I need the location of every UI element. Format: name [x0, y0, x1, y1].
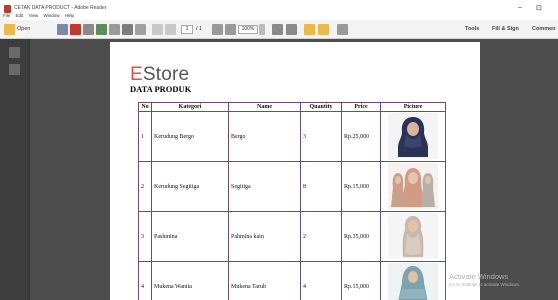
comment-icon[interactable] [304, 24, 315, 35]
page-thumbnails-icon[interactable] [9, 47, 20, 58]
toolbar: Open 1 / 1 100% Tools Fill & Sign Commen [0, 20, 558, 39]
create-pdf-icon[interactable] [57, 24, 68, 35]
hijab-segitiga-photo [388, 162, 438, 209]
open-folder-icon[interactable] [4, 24, 15, 35]
fit-width-icon[interactable] [286, 24, 297, 35]
document-title: DATA PRODUK [130, 84, 192, 94]
title-bar: CETAK DATA PRODUCT - Adobe Reader File E… [0, 0, 558, 20]
menu-window[interactable]: Window [44, 13, 60, 18]
table-row: 4 Mukena Wanita Mukena Tarub 4 Rp.15,000 [138, 261, 446, 300]
minimize-button[interactable]: – [518, 4, 522, 11]
menu-view[interactable]: View [29, 13, 39, 18]
watermark-line-1: Activate Windows [449, 272, 509, 281]
menu-edit[interactable]: Edit [16, 13, 24, 18]
page-number-input[interactable]: 1 [181, 25, 193, 34]
save-icon[interactable] [109, 24, 120, 35]
highlight-icon[interactable] [318, 24, 329, 35]
cell-price: Rp.35,000 [341, 211, 381, 262]
column-picture: Picture [380, 102, 446, 112]
cell-kategori: Mukena Wanita [151, 261, 229, 300]
pashmina-photo [388, 212, 438, 259]
cloud-icon[interactable] [96, 24, 107, 35]
column-no: No [138, 102, 152, 112]
cell-quantity: 2 [300, 211, 342, 262]
table-header-row: No Kategori Name Quantity Price Picture [138, 102, 446, 112]
expand-icon[interactable] [337, 24, 348, 35]
print-icon[interactable] [122, 24, 133, 35]
watermark-line-2: Go to Settings to activate Windows. [449, 282, 521, 287]
cell-price: Rp.15,000 [341, 261, 381, 300]
page-total: / 1 [196, 26, 203, 32]
previous-page-icon[interactable] [152, 24, 163, 35]
cell-price: Rp.25,000 [341, 111, 381, 162]
cell-name: Segitiga [228, 161, 301, 212]
zoom-out-icon[interactable] [212, 24, 223, 35]
cell-kategori: Kerudung Bergo [151, 111, 229, 162]
cell-no: 2 [138, 161, 152, 212]
attachments-icon[interactable] [9, 64, 20, 75]
fill-sign-tab[interactable]: Fill & Sign [492, 26, 519, 32]
column-price: Price [341, 102, 381, 112]
comment-tab[interactable]: Commen [532, 26, 556, 32]
product-table: No Kategori Name Quantity Price Picture … [138, 102, 446, 300]
cell-name: Bergo [228, 111, 301, 162]
cell-quantity: 4 [300, 261, 342, 300]
hijab-bergo-photo [388, 112, 438, 159]
adobe-reader-icon [4, 5, 11, 13]
navigation-pane [0, 39, 30, 300]
mukena-photo [388, 262, 438, 300]
email-icon[interactable] [135, 24, 146, 35]
tools-tab[interactable]: Tools [465, 26, 479, 32]
column-quantity: Quantity [300, 102, 342, 112]
cell-quantity: 8 [300, 161, 342, 212]
table-row: 3 Pashmina Pahmina kain 2 Rp.35,000 [138, 211, 446, 262]
zoom-dropdown-icon[interactable] [259, 24, 265, 35]
activate-windows-watermark: Activate Windows Go to Settings to activ… [449, 272, 520, 287]
table-row: 2 Kerudung Segitiga Segitiga 8 Rp.15,000 [138, 161, 446, 212]
window-title: CETAK DATA PRODUCT - Adobe Reader [14, 5, 107, 11]
table-row: 1 Kerudung Bergo Bergo 3 Rp.25,000 [138, 111, 446, 162]
fit-page-icon[interactable] [272, 24, 283, 35]
store-logo: EStore [130, 64, 190, 85]
edit-icon[interactable] [83, 24, 94, 35]
menu-help[interactable]: Help [65, 13, 74, 18]
menu-file[interactable]: File [3, 13, 10, 18]
cell-name: Mukena Tarub [228, 261, 301, 300]
cell-no: 1 [138, 111, 152, 162]
cell-no: 3 [138, 211, 152, 262]
cell-no: 4 [138, 261, 152, 300]
zoom-in-icon[interactable] [225, 24, 236, 35]
cell-name: Pahmina kain [228, 211, 301, 262]
column-kategori: Kategori [151, 102, 229, 112]
open-button[interactable]: Open [17, 26, 30, 32]
pdf-icon[interactable] [70, 24, 81, 35]
cell-price: Rp.15,000 [341, 161, 381, 212]
column-name: Name [228, 102, 301, 112]
pdf-page: EStore DATA PRODUK No Kategori Name Quan… [110, 42, 480, 300]
zoom-input[interactable]: 100% [238, 25, 258, 34]
restore-button[interactable]: ⊡ [536, 4, 542, 12]
cell-quantity: 3 [300, 111, 342, 162]
cell-kategori: Pashmina [151, 211, 229, 262]
next-page-icon[interactable] [165, 24, 176, 35]
cell-kategori: Kerudung Segitiga [151, 161, 229, 212]
menu-bar: File Edit View Window Help [3, 13, 78, 18]
